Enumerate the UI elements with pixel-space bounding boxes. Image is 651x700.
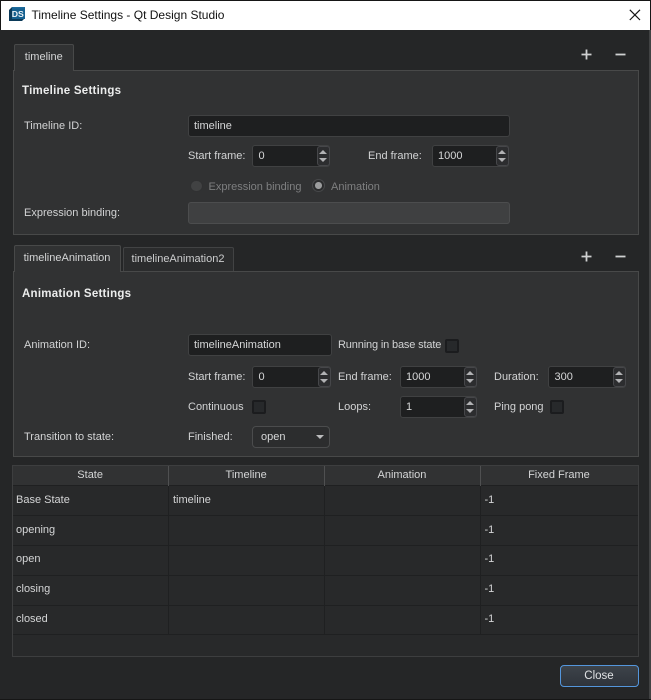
svg-text:DS: DS [12,9,24,19]
